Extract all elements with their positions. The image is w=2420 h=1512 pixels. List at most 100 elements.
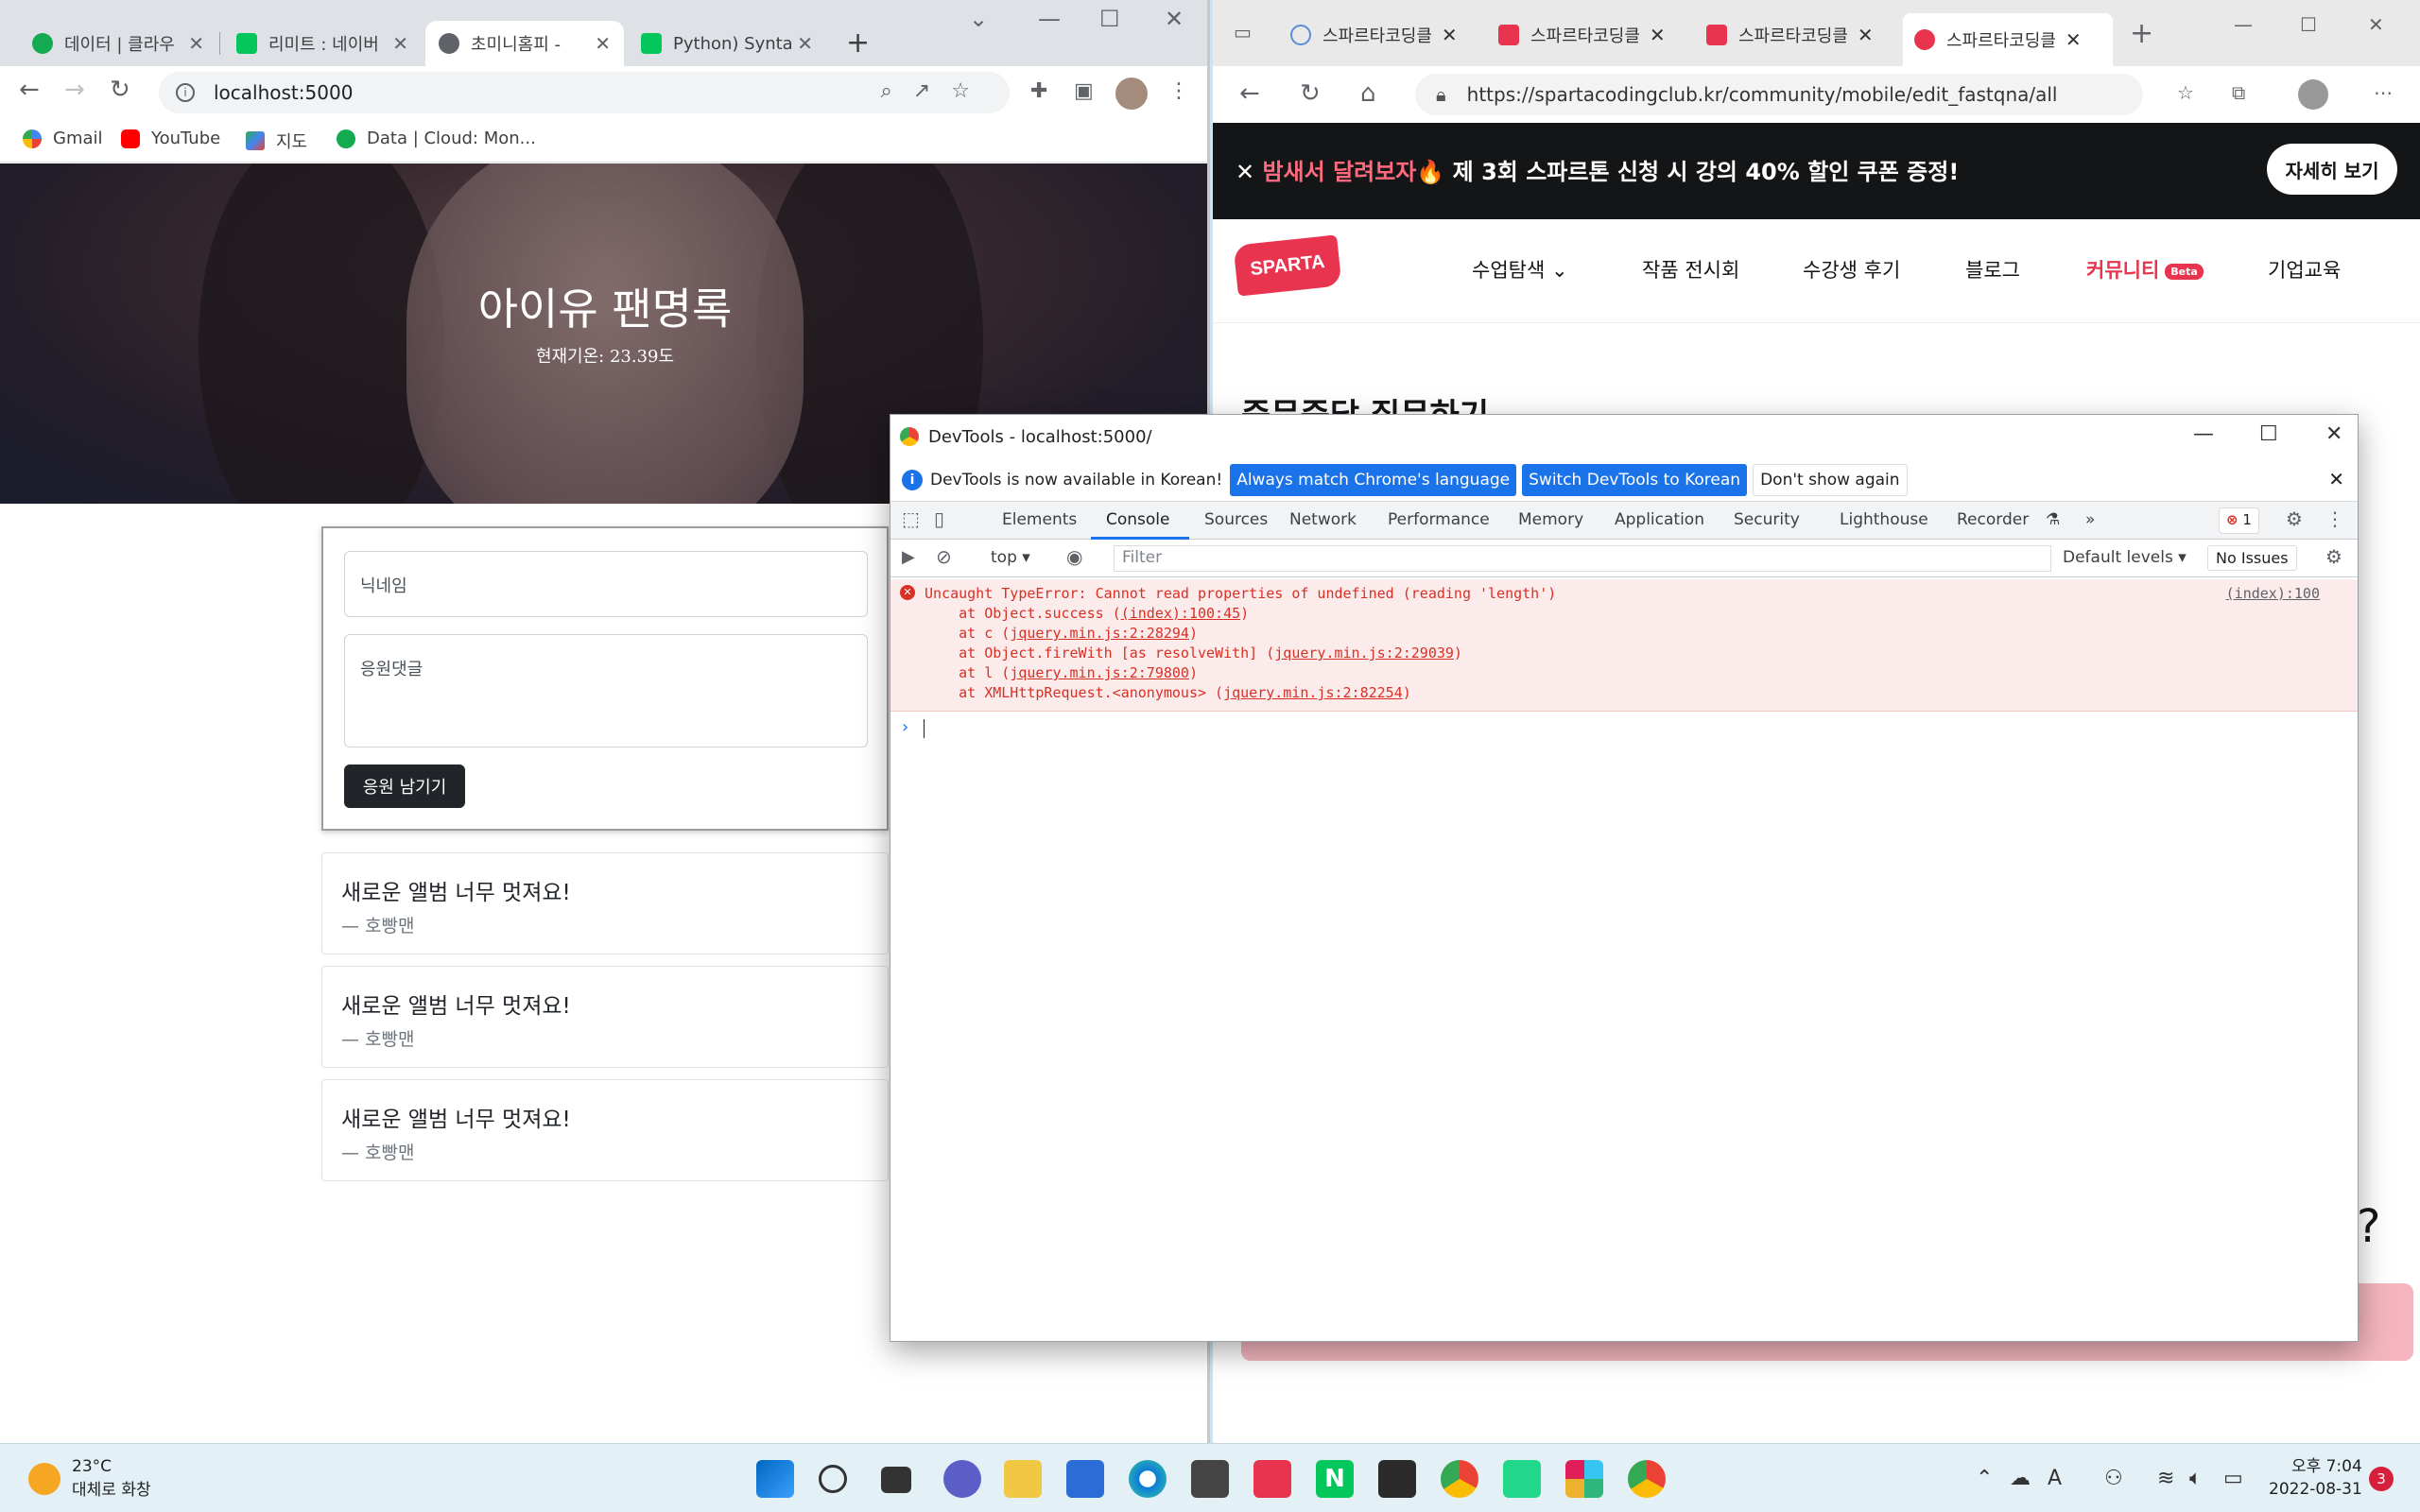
live-expression-icon[interactable]: ◉	[1066, 545, 1082, 568]
issues-button[interactable]: No Issues	[2207, 545, 2297, 571]
close-window-button[interactable]: ✕	[1165, 6, 1184, 32]
clock[interactable]: 오후 7:04 2022-08-31	[2269, 1455, 2362, 1501]
task-view-icon[interactable]	[881, 1467, 911, 1493]
comment-textarea[interactable]: 응원댓글	[344, 634, 868, 747]
omnibox-actions[interactable]: ⌕↗☆	[881, 79, 991, 103]
back-icon[interactable]: ←	[1239, 79, 1260, 108]
close-tab-icon[interactable]: ✕	[797, 32, 813, 55]
tab-lighthouse[interactable]: Lighthouse	[1840, 510, 1928, 529]
settings-icon[interactable]: ⚙	[2286, 507, 2303, 530]
favorites-icon[interactable]: ☆	[2177, 81, 2194, 104]
stack-link[interactable]: jquery.min.js:2:82254	[1223, 684, 1403, 701]
weather-widget[interactable]: 23°C 대체로 화창	[28, 1457, 151, 1500]
close-tab-icon[interactable]: ✕	[1442, 24, 1458, 46]
maximize-button[interactable]: ☐	[1099, 6, 1120, 32]
wifi-icon[interactable]: ≋	[2157, 1467, 2174, 1490]
profile-avatar[interactable]	[2298, 79, 2328, 110]
battery-icon[interactable]: ▭	[2223, 1467, 2243, 1490]
tab-mini-homepage[interactable]: 초미니홈피 - ✕	[425, 21, 624, 66]
new-tab-button[interactable]: +	[846, 26, 870, 60]
reload-icon[interactable]: ↻	[1300, 79, 1321, 108]
switch-korean-button[interactable]: Switch DevTools to Korean	[1522, 463, 1748, 496]
font-icon[interactable]: A	[2048, 1467, 2062, 1490]
match-language-button[interactable]: Always match Chrome's language	[1230, 463, 1517, 496]
tab-search-icon[interactable]: ⌄	[969, 6, 988, 32]
close-tab-icon[interactable]: ✕	[188, 32, 204, 55]
nav-enterprise[interactable]: 기업교육	[2268, 255, 2341, 284]
sidebar-toggle-icon[interactable]: ▶	[902, 547, 915, 567]
stack-link[interactable]: jquery.min.js:2:79800	[1010, 664, 1189, 681]
volume-icon[interactable]: 🔈︎	[2189, 1467, 2202, 1490]
edge-tab-2[interactable]: 스파르타코딩클 ✕	[1487, 15, 1685, 55]
tab-python-syntax[interactable]: Python) Syntax ✕	[628, 21, 826, 66]
nickname-input[interactable]: 닉네임	[344, 551, 868, 617]
tab-sources[interactable]: Sources	[1204, 510, 1268, 529]
more-tabs-icon[interactable]: »	[2085, 510, 2095, 529]
menu-icon[interactable]: ⋮	[1168, 79, 1189, 103]
filter-input[interactable]: Filter	[1114, 545, 2051, 572]
maximize-button[interactable]: ☐	[2259, 422, 2278, 446]
address-bar[interactable]: 🔒︎ https://spartacodingclub.kr/community…	[1415, 74, 2143, 115]
more-options-icon[interactable]: ⋮	[2325, 507, 2344, 530]
nav-reviews[interactable]: 수강생 후기	[1803, 255, 1900, 284]
app-icon[interactable]	[1191, 1460, 1229, 1498]
chevron-up-icon[interactable]: ⌃	[1976, 1467, 1993, 1490]
onedrive-icon[interactable]: ☁	[2010, 1467, 2031, 1490]
close-infobar-icon[interactable]: ✕	[2328, 468, 2344, 490]
close-window-button[interactable]: ✕	[2325, 422, 2342, 446]
menu-icon[interactable]: ⋯	[2374, 81, 2393, 104]
tab-performance[interactable]: Performance	[1388, 510, 1490, 529]
stack-link[interactable]: jquery.min.js:2:29039	[1274, 644, 1454, 662]
tab-application[interactable]: Application	[1615, 510, 1704, 529]
new-tab-button[interactable]: +	[2130, 17, 2153, 50]
tab-elements[interactable]: Elements	[1002, 510, 1077, 529]
tab-recorder[interactable]: Recorder	[1957, 510, 2029, 529]
dont-show-again-button[interactable]: Don't show again	[1753, 463, 1908, 496]
console-settings-icon[interactable]: ⚙	[2325, 545, 2342, 568]
submit-comment-button[interactable]: 응원 남기기	[344, 765, 465, 808]
side-panel-icon[interactable]: ▣	[1074, 79, 1094, 103]
help-icon[interactable]: ?	[2357, 1200, 2380, 1253]
tab-limit-naver[interactable]: 리미트 : 네이버 ✕	[223, 21, 422, 66]
banner-close-icon[interactable]: ✕	[1236, 159, 1262, 185]
nav-courses[interactable]: 수업탐색 ⌄	[1472, 255, 1568, 284]
search-icon[interactable]	[819, 1465, 847, 1493]
stack-link[interactable]: jquery.min.js:2:28294	[1010, 625, 1189, 642]
minimize-button[interactable]: —	[2193, 422, 2214, 446]
nav-community[interactable]: 커뮤니티 Beta	[2086, 255, 2204, 284]
bookmark-maps[interactable]: 지도	[246, 129, 307, 153]
nav-exhibition[interactable]: 작품 전시회	[1642, 255, 1739, 284]
tab-console[interactable]: Console	[1106, 510, 1170, 529]
maximize-button[interactable]: ☐	[2300, 13, 2317, 36]
edge-tab-1[interactable]: 스파르타코딩클 ✕	[1279, 15, 1478, 55]
bookmark-data-cloud[interactable]: Data | Cloud: Mon...	[337, 129, 536, 148]
site-info-icon[interactable]: i	[176, 83, 195, 102]
nav-blog[interactable]: 블로그	[1965, 255, 2020, 284]
minimize-button[interactable]: —	[2234, 13, 2253, 36]
extensions-icon[interactable]: ✚	[1030, 79, 1047, 103]
close-tab-icon[interactable]: ✕	[1650, 24, 1666, 46]
chat-icon[interactable]	[943, 1460, 981, 1498]
pycharm-icon[interactable]	[1503, 1460, 1541, 1498]
back-icon[interactable]: ←	[19, 76, 40, 104]
chrome-icon[interactable]	[1441, 1460, 1478, 1498]
tab-actions-icon[interactable]: ▭	[1234, 21, 1252, 43]
app-tray-icon[interactable]: ⚇	[2104, 1467, 2123, 1490]
console-input[interactable]	[924, 719, 925, 738]
reload-icon[interactable]: ↻	[110, 76, 130, 104]
context-selector[interactable]: top ▾	[991, 548, 1030, 567]
address-bar[interactable]: i localhost:5000 ⌕↗☆	[159, 72, 1010, 113]
file-explorer-icon[interactable]	[1004, 1460, 1042, 1498]
close-tab-icon[interactable]: ✕	[392, 32, 408, 55]
slack-icon[interactable]	[1565, 1460, 1603, 1498]
edge-icon[interactable]	[1129, 1460, 1167, 1498]
error-source-link[interactable]: (index):100	[2226, 585, 2320, 602]
close-tab-icon[interactable]: ✕	[595, 32, 611, 55]
profile-avatar[interactable]	[1115, 77, 1148, 110]
stack-link[interactable]: (index):100:45	[1121, 605, 1240, 622]
details-button[interactable]: 자세히 보기	[2267, 144, 2397, 195]
tab-memory[interactable]: Memory	[1518, 510, 1583, 529]
inspect-icon[interactable]: ⬚	[902, 507, 920, 530]
edge-tab-3[interactable]: 스파르타코딩클 ✕	[1695, 15, 1893, 55]
sparta-logo[interactable]: SPARTA	[1233, 234, 1342, 297]
